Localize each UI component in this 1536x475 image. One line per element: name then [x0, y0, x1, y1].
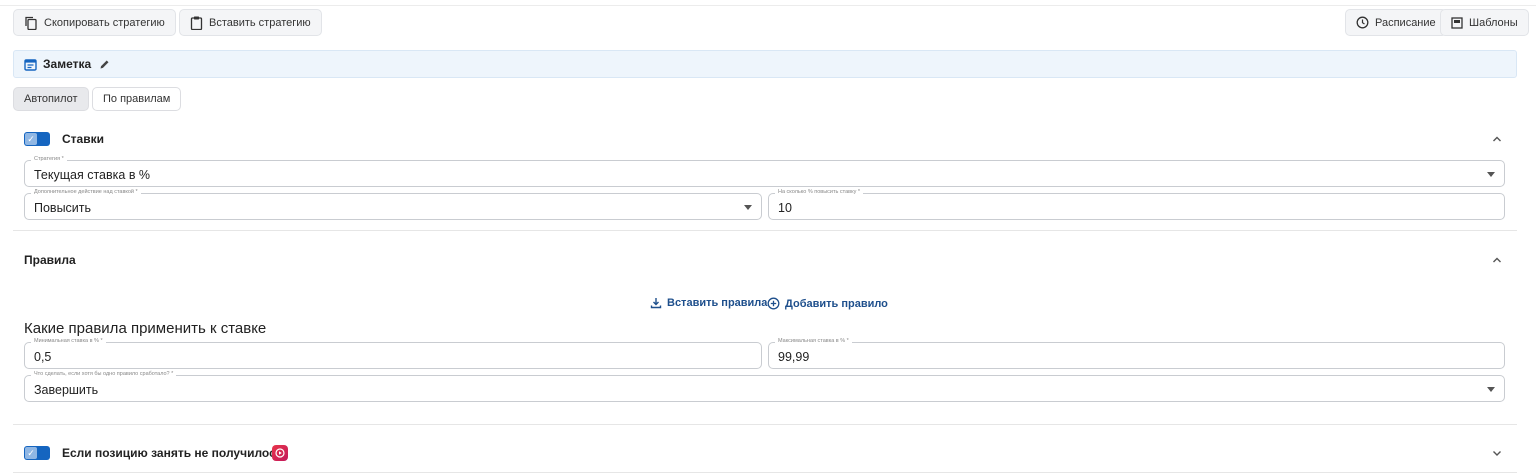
bid-action-select-value: Повысить — [34, 201, 92, 215]
pencil-icon[interactable] — [99, 59, 110, 70]
clock-icon — [1356, 16, 1369, 29]
schedule-button[interactable]: Расписание — [1345, 9, 1447, 36]
paste-rules-link[interactable]: Вставить правила — [650, 297, 767, 309]
download-icon — [650, 298, 662, 309]
raise-percent-label: На сколько % повысить ставку * — [775, 188, 863, 196]
calendar-note-icon — [24, 58, 37, 71]
paste-strategy-button[interactable]: Вставить стратегию — [179, 9, 322, 36]
strategy-select-label: Стратегия * — [31, 155, 67, 163]
paste-strategy-label: Вставить стратегию — [209, 16, 311, 29]
chevron-down-icon[interactable] — [1490, 446, 1504, 460]
add-rule-label: Добавить правило — [785, 297, 888, 310]
fallback-toggle[interactable]: ✓ — [24, 446, 50, 460]
tab-by-rules[interactable]: По правилам — [92, 87, 182, 111]
bids-section-title: Ставки — [62, 132, 104, 146]
rules-heading: Какие правила применить к ставке — [24, 320, 267, 337]
schedule-label: Расписание — [1375, 16, 1436, 29]
play-icon — [275, 448, 285, 458]
note-label: Заметка — [43, 57, 92, 71]
plus-circle-icon — [767, 297, 780, 310]
tab-autopilot-label: Автопилот — [24, 93, 78, 105]
check-icon: ✓ — [25, 447, 37, 459]
max-bid-label: Максимальная ставка в % * — [775, 337, 852, 345]
tab-autopilot[interactable]: Автопилот — [13, 87, 89, 111]
section-divider — [13, 424, 1517, 425]
note-bar[interactable]: Заметка — [13, 50, 1517, 78]
on-trigger-value: Завершить — [34, 383, 99, 397]
dropdown-arrow-icon — [1487, 387, 1495, 392]
tab-by-rules-label: По правилам — [103, 93, 171, 105]
templates-label: Шаблоны — [1469, 16, 1518, 29]
raise-percent-input[interactable]: На сколько % повысить ставку * 10 — [768, 188, 1505, 220]
chevron-up-icon[interactable] — [1490, 253, 1504, 267]
min-bid-input[interactable]: Минимальная ставка в % * 0,5 — [24, 337, 762, 369]
strategy-select-value: Текущая ставка в % — [34, 168, 151, 182]
clipboard-icon — [190, 16, 203, 30]
paste-rules-label: Вставить правила — [667, 297, 768, 309]
templates-button[interactable]: Шаблоны — [1440, 9, 1529, 36]
section-divider — [13, 472, 1517, 473]
fallback-section-title: Если позицию занять не получилось — [62, 446, 284, 460]
add-rule-link[interactable]: Добавить правило — [767, 297, 888, 310]
dropdown-arrow-icon — [1487, 172, 1495, 177]
min-bid-value: 0,5 — [34, 350, 52, 364]
strategy-select[interactable]: Стратегия * Текущая ставка в % — [24, 155, 1505, 187]
copy-strategy-label: Скопировать стратегию — [44, 16, 165, 29]
on-trigger-select[interactable]: Что сделать, если хотя бы одно правило с… — [24, 370, 1505, 402]
top-edge — [0, 0, 1536, 6]
check-icon: ✓ — [25, 133, 37, 145]
bid-action-select-label: Дополнительное действие над ставкой * — [31, 188, 141, 196]
on-trigger-label: Что сделать, если хотя бы одно правило с… — [31, 370, 177, 378]
section-divider — [13, 230, 1517, 231]
rules-section-title: Правила — [24, 253, 76, 267]
bids-toggle[interactable]: ✓ — [24, 132, 50, 146]
bid-action-select[interactable]: Дополнительное действие над ставкой * По… — [24, 188, 762, 220]
min-bid-label: Минимальная ставка в % * — [31, 337, 106, 345]
copy-icon — [25, 16, 37, 30]
max-bid-input[interactable]: Максимальная ставка в % * 99,99 — [768, 337, 1505, 369]
chevron-up-icon[interactable] — [1490, 132, 1504, 146]
copy-strategy-button[interactable]: Скопировать стратегию — [13, 9, 176, 36]
dropdown-arrow-icon — [744, 205, 752, 210]
raise-percent-value: 10 — [778, 201, 792, 215]
video-icon[interactable] — [272, 445, 288, 461]
template-icon — [1451, 16, 1463, 29]
max-bid-value: 99,99 — [778, 350, 810, 364]
